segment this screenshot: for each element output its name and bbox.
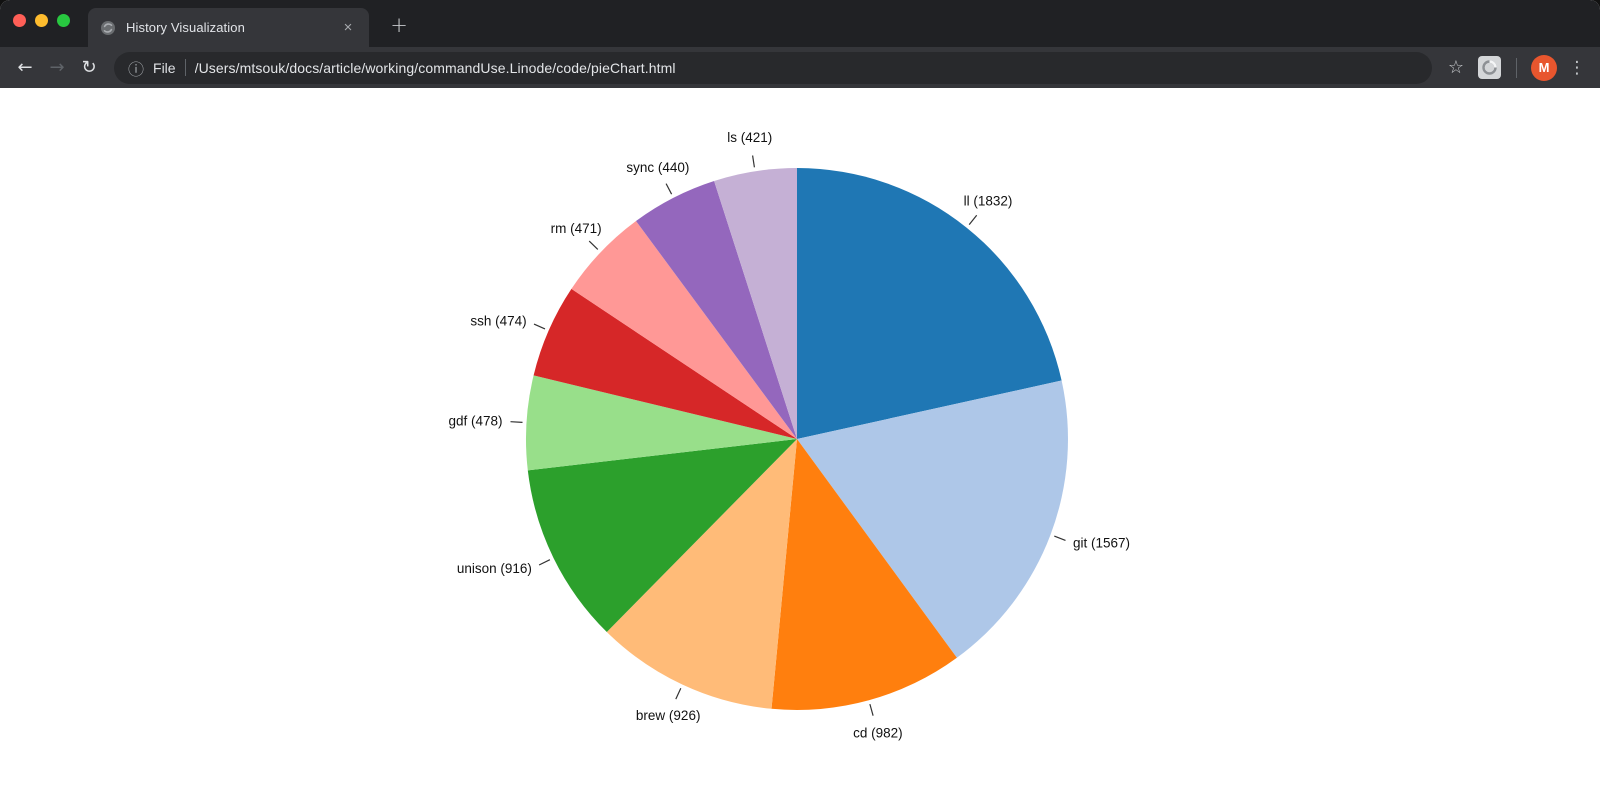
pie-label-tick-ssh [534, 324, 545, 329]
pie-label-tick-sync [666, 184, 672, 195]
profile-avatar[interactable]: M [1531, 55, 1557, 81]
pie-label-gdf: gdf (478) [448, 414, 502, 429]
toolbar: ← → ↻ ⓘ File /Users/mtsouk/docs/article/… [0, 47, 1600, 88]
pie-label-tick-ls [753, 156, 755, 168]
extension-icon[interactable] [1478, 56, 1501, 79]
tab-title: History Visualization [126, 20, 329, 35]
pie-label-sync: sync (440) [626, 160, 689, 175]
pie-label-cd: cd (982) [853, 726, 903, 741]
extension-logo-icon [1481, 59, 1498, 76]
window-controls [13, 14, 70, 27]
pie-label-unison: unison (916) [457, 561, 532, 576]
url-divider [185, 59, 186, 76]
forward-button[interactable]: → [42, 53, 72, 83]
pie-label-tick-git [1054, 536, 1065, 540]
back-button[interactable]: ← [10, 53, 40, 83]
favicon-icon [100, 20, 116, 36]
pie-label-tick-unison [539, 560, 550, 565]
minimize-window-button[interactable] [35, 14, 48, 27]
tab-close-icon[interactable]: × [339, 19, 357, 37]
tab-history-visualization[interactable]: History Visualization × [88, 8, 369, 47]
tab-strip: History Visualization × + [0, 0, 1600, 47]
pie-label-ssh: ssh (474) [470, 313, 526, 328]
reload-button[interactable]: ↻ [74, 53, 104, 83]
pie-label-git: git (1567) [1073, 536, 1130, 551]
url-bar[interactable]: ⓘ File /Users/mtsouk/docs/article/workin… [114, 52, 1432, 84]
browser-window: History Visualization × + ← → ↻ ⓘ File /… [0, 0, 1600, 793]
pie-label-tick-rm [589, 241, 598, 249]
pie-label-tick-gdf [511, 422, 523, 423]
page-info-icon[interactable]: ⓘ [128, 56, 144, 80]
close-window-button[interactable] [13, 14, 26, 27]
browser-menu-icon[interactable]: ⋮ [1564, 58, 1590, 78]
page-content: ll (1832) git (1567) cd (982) brew (926) uni… [0, 88, 1600, 793]
url-scheme-label: File [153, 60, 176, 76]
pie-chart: ll (1832) git (1567) cd (982) brew (926) uni… [0, 88, 1600, 793]
pie-label-tick-brew [676, 688, 681, 699]
pie-label-ls: ls (421) [727, 130, 772, 145]
pie-label-tick-cd [870, 704, 873, 716]
maximize-window-button[interactable] [57, 14, 70, 27]
pie-label-tick-ll [969, 215, 977, 224]
url-path-text: /Users/mtsouk/docs/article/working/comma… [195, 60, 676, 76]
pie-label-rm: rm (471) [551, 221, 602, 236]
new-tab-button[interactable]: + [386, 12, 412, 38]
toolbar-separator [1516, 58, 1517, 78]
bookmark-star-icon[interactable]: ☆ [1442, 57, 1470, 78]
pie-label-ll: ll (1832) [964, 194, 1013, 209]
pie-label-brew: brew (926) [636, 708, 701, 723]
